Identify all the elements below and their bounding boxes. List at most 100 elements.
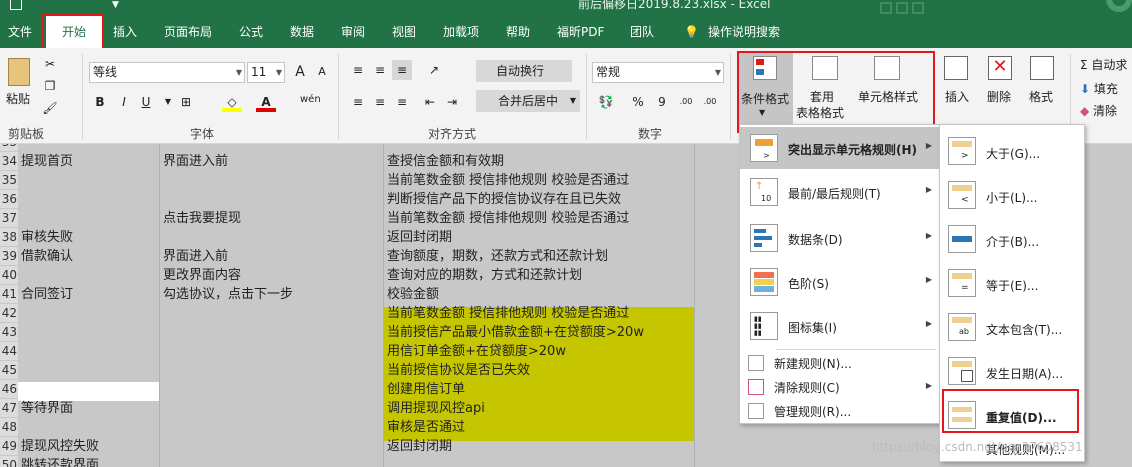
table-cell-a[interactable]: 提现风控失败 [18, 437, 158, 456]
table-cell-a[interactable] [18, 342, 158, 361]
underline-button[interactable]: U [136, 92, 156, 112]
format-painter-icon[interactable]: 🖌 [40, 98, 60, 118]
currency-icon[interactable]: 💱 [596, 92, 616, 112]
format-as-table-label-2[interactable]: 表格格式 [796, 104, 844, 121]
align-middle-icon[interactable]: ≡ [370, 60, 390, 80]
table-cell-c[interactable]: 校验金额 [384, 285, 694, 304]
row-header[interactable]: 40 [0, 266, 18, 285]
border-icon[interactable]: ⊞ [176, 92, 196, 112]
fill-color-icon[interactable]: ◇ [222, 92, 242, 112]
copy-icon[interactable]: ❐ [40, 76, 60, 96]
tab-foxit-pdf[interactable]: 福昕PDF [557, 16, 604, 48]
italic-button[interactable]: I [114, 92, 134, 112]
table-cell-a[interactable]: 等待界面 [18, 399, 158, 418]
table-cell-a[interactable] [18, 266, 158, 285]
tab-formulas[interactable]: 公式 [239, 16, 263, 48]
increase-indent-icon[interactable]: ⇥ [442, 92, 462, 112]
submenu-item-greater-than[interactable]: > 大于(G)... [940, 131, 1084, 171]
row-header[interactable]: 45 [0, 361, 18, 380]
table-cell-b[interactable] [160, 228, 382, 247]
row-header[interactable]: 50 [0, 456, 18, 467]
row-header[interactable]: 38 [0, 228, 18, 247]
shrink-font-button[interactable]: A [312, 62, 332, 82]
table-cell-c[interactable] [384, 456, 694, 467]
paste-icon[interactable] [8, 58, 30, 86]
paste-button[interactable]: 粘贴 [6, 90, 30, 107]
number-format-combo[interactable]: 常规 ▼ [592, 62, 724, 83]
row-header[interactable]: 39 [0, 247, 18, 266]
row-header[interactable]: 33 [0, 144, 18, 152]
quick-access-dropdown-icon[interactable]: ▼ [112, 0, 119, 10]
table-cell-b[interactable]: 点击我要提现 [160, 209, 382, 228]
tab-home[interactable]: 开始 [46, 16, 102, 48]
tab-help[interactable]: 帮助 [506, 16, 530, 48]
table-cell-b[interactable]: 更改界面内容 [160, 266, 382, 285]
format-as-table-label-1[interactable]: 套用 [810, 88, 834, 105]
table-cell-a[interactable] [18, 304, 158, 323]
row-header[interactable]: 43 [0, 323, 18, 342]
table-cell-c[interactable]: 查授信金额和有效期 [384, 152, 694, 171]
align-center-icon[interactable]: ≡ [370, 92, 390, 112]
row-header[interactable]: 37 [0, 209, 18, 228]
font-size-combo[interactable]: 11 ▼ [247, 62, 285, 83]
table-cell-c[interactable]: 返回封闭期 [384, 228, 694, 247]
table-cell-a[interactable]: 审核失败 [18, 228, 158, 247]
table-cell-a[interactable] [18, 323, 158, 342]
table-cell-c[interactable]: 查询额度，期数，还款方式和还款计划 [384, 247, 694, 266]
submenu-item-text-contains[interactable]: ab 文本包含(T)... [940, 307, 1084, 347]
autosum-button[interactable]: Σ 自动求 [1080, 56, 1127, 73]
increase-decimal-button[interactable]: .00 [676, 92, 696, 112]
save-icon[interactable] [10, 0, 22, 10]
tab-review[interactable]: 审阅 [341, 16, 365, 48]
table-cell-a[interactable]: 合同签订 [18, 285, 158, 304]
row-header[interactable]: 47 [0, 399, 18, 418]
font-name-combo[interactable]: 等线 ▼ [89, 62, 245, 83]
table-cell-a[interactable] [18, 418, 158, 437]
table-cell-b[interactable] [160, 323, 382, 342]
table-cell-a[interactable] [18, 209, 158, 228]
submenu-item-duplicate-values[interactable]: 重复值(D)... [940, 395, 1084, 435]
table-cell-b[interactable] [160, 437, 382, 456]
tab-file[interactable]: 文件 [8, 16, 32, 48]
orientation-icon[interactable]: ↗ [424, 60, 444, 80]
table-cell-c[interactable]: 返回封闭期 [384, 437, 694, 456]
table-cell-c[interactable]: 当前笔数金额 授信排他规则 校验是否通过 [384, 171, 694, 190]
row-header[interactable]: 48 [0, 418, 18, 437]
table-cell-b[interactable] [160, 171, 382, 190]
decrease-indent-icon[interactable]: ⇤ [420, 92, 440, 112]
tab-page-layout[interactable]: 页面布局 [164, 16, 212, 48]
table-cell-b[interactable]: 勾选协议，点击下一步 [160, 285, 382, 304]
row-header[interactable]: 49 [0, 437, 18, 456]
tab-addins[interactable]: 加载项 [443, 16, 479, 48]
insert-cells-button[interactable]: 插入 [945, 88, 969, 105]
table-cell-b[interactable] [160, 380, 382, 399]
table-cell-a[interactable] [18, 190, 158, 209]
tab-team[interactable]: 团队 [630, 16, 654, 48]
align-left-icon[interactable]: ≡ [348, 92, 368, 112]
decrease-decimal-button[interactable]: .00 [700, 92, 720, 112]
clear-button[interactable]: ◆ 清除 [1080, 102, 1117, 119]
bold-button[interactable]: B [90, 92, 110, 112]
table-cell-a[interactable]: 跳转还款界面 [18, 456, 158, 467]
row-header[interactable]: 36 [0, 190, 18, 209]
table-cell-c[interactable]: 创建用信订单 [384, 380, 694, 399]
tell-me-search[interactable]: 操作说明搜索 [708, 16, 780, 48]
table-cell-c[interactable] [384, 144, 694, 152]
comma-button[interactable]: 9 [652, 92, 672, 112]
table-cell-c[interactable]: 当前笔数金额 授信排他规则 校验是否通过 [384, 304, 694, 323]
tab-data[interactable]: 数据 [290, 16, 314, 48]
row-header[interactable]: 35 [0, 171, 18, 190]
table-cell-b[interactable] [160, 361, 382, 380]
row-header[interactable]: 46 [0, 380, 18, 399]
submenu-item-less-than[interactable]: < 小于(L)... [940, 175, 1084, 215]
table-cell-a[interactable] [18, 361, 158, 380]
table-cell-b[interactable] [160, 399, 382, 418]
table-cell-c[interactable]: 审核是否通过 [384, 418, 694, 437]
table-cell-b[interactable] [160, 190, 382, 209]
percent-button[interactable]: % [628, 92, 648, 112]
table-cell-c[interactable]: 用信订单金额+在贷额度>20w [384, 342, 694, 361]
table-cell-a[interactable] [18, 171, 158, 190]
wrap-text-button[interactable]: 自动换行 [476, 60, 572, 82]
menu-item-data-bars[interactable]: 数据条(D) ▶ [740, 217, 940, 259]
menu-item-color-scales[interactable]: 色阶(S) ▶ [740, 261, 940, 303]
